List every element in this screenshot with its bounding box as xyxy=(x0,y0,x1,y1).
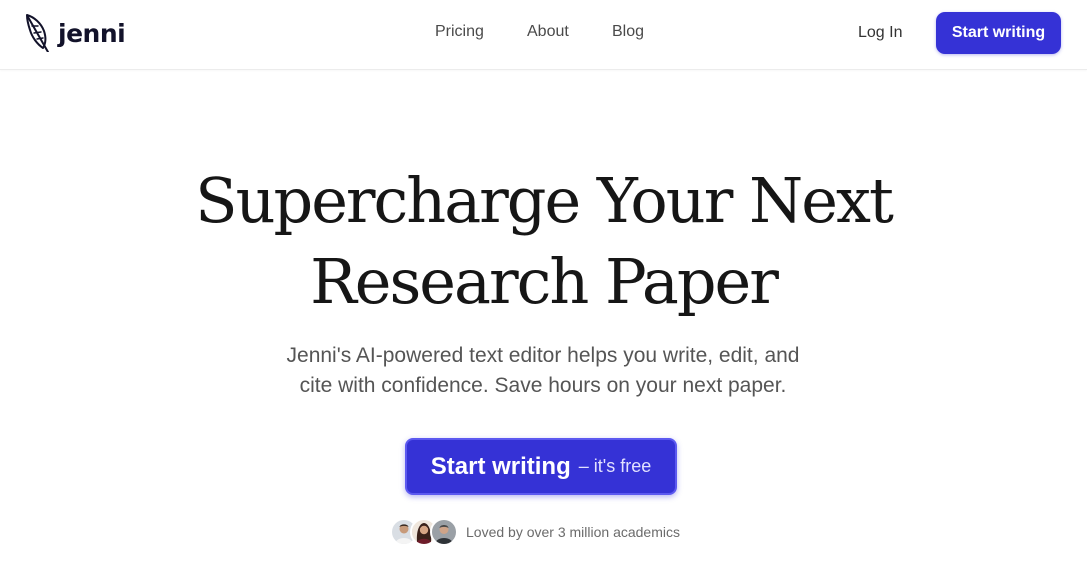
hero-title-line-1: Supercharge Your Next xyxy=(195,164,894,237)
main-nav: Pricing About Blog xyxy=(0,20,1087,44)
hero-cta-suffix: – it's free xyxy=(578,456,652,476)
hero-subtitle: Jenni's AI-powered text editor helps you… xyxy=(243,341,843,401)
nav-link-pricing[interactable]: Pricing xyxy=(435,20,484,44)
nav-link-about[interactable]: About xyxy=(527,20,569,44)
social-proof: Loved by over 3 million academics xyxy=(390,518,680,546)
hero-cta-label: Start writing xyxy=(430,452,571,480)
avatar-stack xyxy=(390,518,458,546)
hero-start-writing-button[interactable]: Start writing – it's free xyxy=(405,438,677,495)
social-proof-text: Loved by over 3 million academics xyxy=(466,524,680,540)
hero-title: Supercharge Your Next Research Paper xyxy=(0,160,1087,322)
hero-subtitle-line-1: Jenni's AI-powered text editor helps you… xyxy=(286,344,800,367)
login-link[interactable]: Log In xyxy=(858,21,902,45)
landing-page: jenni Pricing About Blog Log In Start wr… xyxy=(0,0,1087,561)
hero-title-line-2: Research Paper xyxy=(310,245,779,318)
header-start-writing-button[interactable]: Start writing xyxy=(936,12,1061,54)
avatar xyxy=(430,518,458,546)
nav-link-blog[interactable]: Blog xyxy=(612,20,644,44)
top-navigation-bar: jenni Pricing About Blog Log In Start wr… xyxy=(0,0,1087,70)
hero-subtitle-line-2: cite with confidence. Save hours on your… xyxy=(299,374,787,397)
